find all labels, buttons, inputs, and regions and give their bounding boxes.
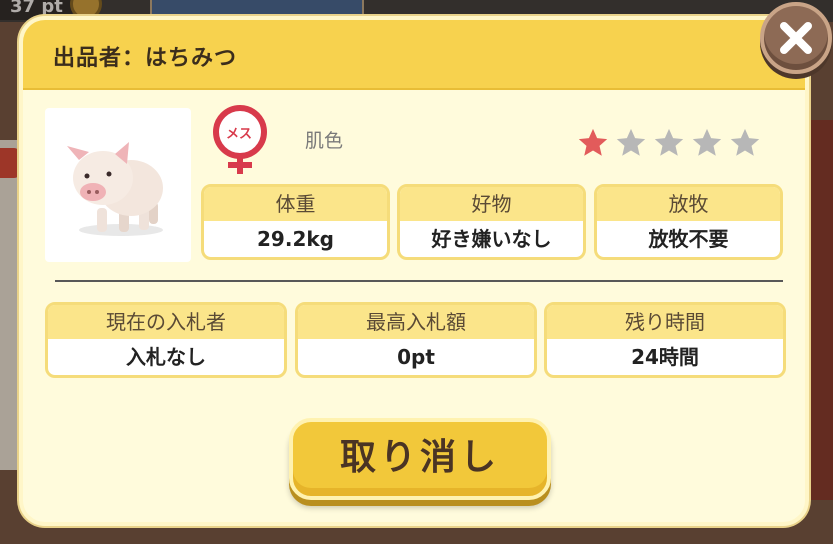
star-icon (616, 128, 646, 156)
close-icon (780, 22, 812, 54)
auction-detail-dialog: 出品者：はちみつ メス 肌色 体重 29.2kg 好物 好き嫌いなし 放牧 放牧… (19, 16, 809, 526)
cancel-button[interactable]: 取り消し (289, 418, 551, 500)
highest-bid-label: 最高入札額 (298, 305, 534, 339)
divider (55, 280, 783, 282)
gender-label: メス (225, 127, 252, 142)
favorite-food-box: 好物 好き嫌いなし (397, 184, 586, 260)
remaining-time-value: 24時間 (631, 345, 699, 369)
star-icon (692, 128, 722, 156)
weight-value: 29.2kg (257, 227, 334, 251)
favorite-food-label: 好物 (400, 187, 583, 221)
current-bidder-value: 入札なし (126, 345, 206, 369)
favorite-food-value: 好き嫌いなし (431, 227, 552, 251)
skin-color-label: 肌色 (305, 130, 344, 152)
star-icon (578, 128, 608, 156)
seller-title: 出品者：はちみつ (53, 46, 238, 71)
grazing-box: 放牧 放牧不要 (594, 184, 783, 260)
highest-bid-box: 最高入札額 0pt (295, 302, 537, 378)
rating-stars (576, 126, 762, 160)
pig-image (45, 108, 191, 262)
remaining-time-label: 残り時間 (547, 305, 783, 339)
grazing-label: 放牧 (597, 187, 780, 221)
grazing-value: 放牧不要 (648, 227, 729, 251)
weight-label: 体重 (204, 187, 387, 221)
weight-box: 体重 29.2kg (201, 184, 390, 260)
close-button[interactable] (760, 2, 832, 74)
highest-bid-value: 0pt (397, 345, 435, 369)
star-icon (654, 128, 684, 156)
remaining-time-box: 残り時間 24時間 (544, 302, 786, 378)
star-icon (730, 128, 760, 156)
dialog-header: 出品者：はちみつ (23, 20, 805, 90)
current-bidder-box: 現在の入札者 入札なし (45, 302, 287, 378)
current-bidder-label: 現在の入札者 (48, 305, 284, 339)
